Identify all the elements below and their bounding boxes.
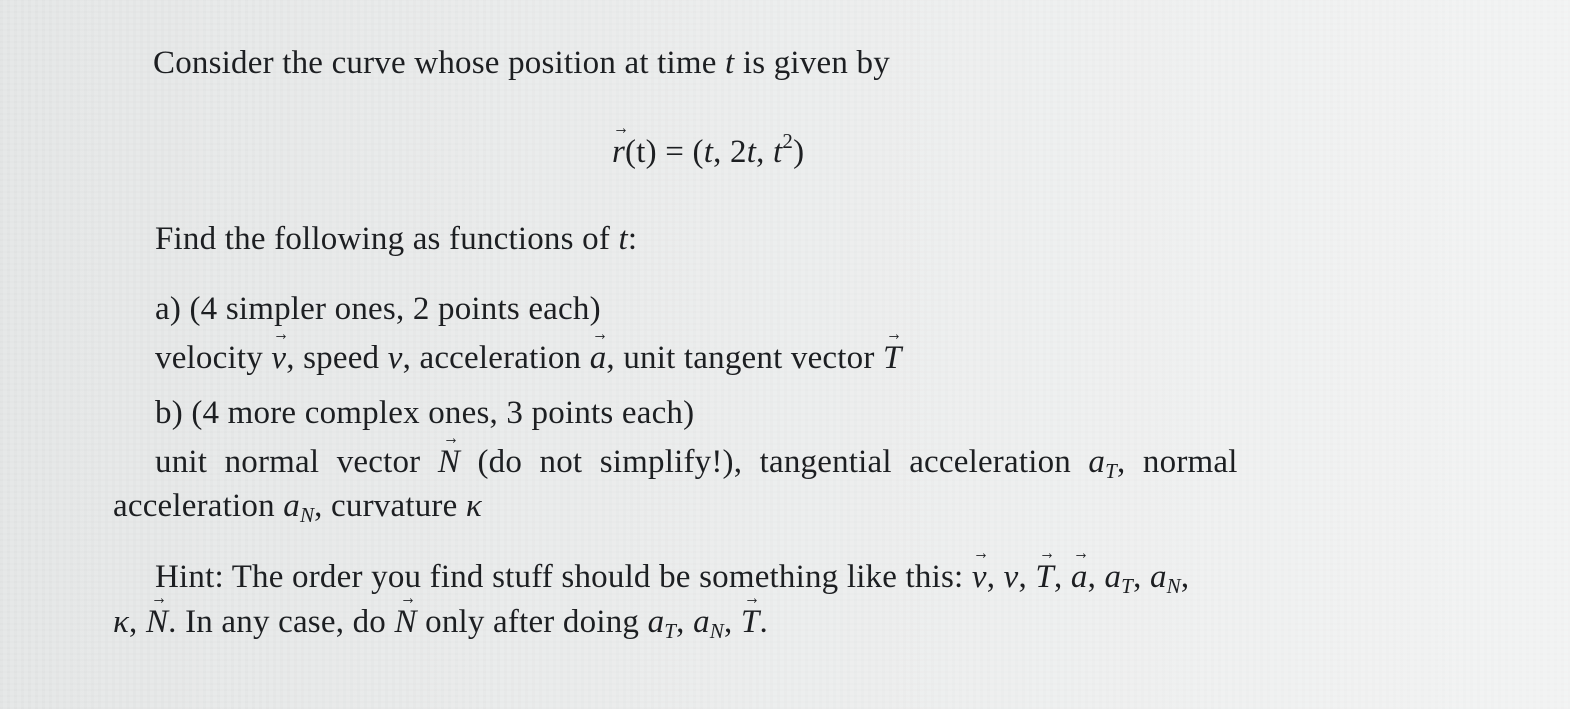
hint-acceleration-symbol: a — [1071, 557, 1088, 597]
acceleration-label: , acceleration — [402, 340, 590, 376]
hint-tangent-symbol-2: T — [741, 602, 760, 642]
hint-period: . — [759, 604, 768, 640]
part-a-items: velocity v, speed v, acceleration a, uni… — [155, 338, 902, 378]
hint-text3: only after doing — [416, 604, 648, 640]
hint-normal-accel-subscript: N — [1166, 574, 1181, 598]
hint-normal-symbol: N — [146, 602, 168, 642]
hint-sep: , — [723, 604, 741, 640]
normal-accel-symbol: a — [283, 488, 300, 524]
paren-open: ( — [692, 134, 704, 170]
hint-sep: , — [1018, 559, 1036, 595]
hint-tangential-symbol-2: a — [647, 604, 665, 640]
speed-label: , speed — [286, 340, 388, 376]
part-b-items-line2: acceleration aN, curvature κ — [113, 486, 482, 526]
normal-accel-label-cont: acceleration — [113, 488, 284, 524]
tangential-accel-symbol: a — [1088, 444, 1106, 480]
component-sep: , — [756, 134, 773, 170]
intro-text-end: is given by — [734, 45, 890, 81]
hint-normal-accel-symbol: a — [1149, 559, 1167, 595]
hint-normal-accel-symbol-2: a — [693, 604, 710, 640]
unit-normal-symbol: N — [438, 442, 460, 482]
hint-text2: . In any case, do — [168, 604, 395, 640]
component-sep: , 2 — [713, 134, 747, 170]
component-z: t — [772, 134, 783, 170]
exponent: 2 — [782, 129, 794, 153]
hint-tangent-symbol: T — [1035, 557, 1054, 597]
hint-sep: , — [986, 559, 1004, 595]
velocity-symbol: v — [271, 338, 286, 378]
unit-tangent-label: , unit tangent vector — [606, 340, 883, 376]
tangential-subscript: T — [1105, 459, 1118, 483]
hint-velocity-symbol: v — [972, 557, 987, 597]
hint-tangential-subscript-2: T — [664, 619, 677, 643]
paren-close: ) — [793, 134, 805, 170]
instruction-text: Find the following as functions of — [155, 221, 619, 257]
time-variable: t — [618, 221, 628, 257]
part-b-items-line1: unit normal vector N (do not simplify!),… — [155, 442, 1238, 482]
hint-speed-symbol: v — [1003, 559, 1019, 595]
part-b-header: b) (4 more complex ones, 3 points each) — [155, 395, 695, 431]
speed-symbol: v — [387, 340, 403, 376]
position-equation: r(t) = (t, 2t, t2) — [612, 129, 805, 172]
component-x: t — [703, 134, 714, 170]
problem-intro: Consider the curve whose position at tim… — [153, 43, 890, 83]
hint-curvature-symbol: κ — [113, 604, 130, 640]
hint-text: Hint: The order you find stuff should be… — [155, 559, 972, 595]
intro-text: Consider the curve whose position at tim… — [153, 45, 726, 81]
equals-sign: = — [656, 134, 693, 170]
normal-note: (do not simplify!), tangential accelerat… — [460, 444, 1089, 480]
hint-normal-accel-subscript-2: N — [709, 619, 724, 643]
curvature-symbol: κ — [465, 488, 482, 524]
hint-sep: , — [1180, 559, 1190, 595]
normal-accel-label: , normal — [1117, 444, 1238, 480]
normal-accel-subscript: N — [299, 503, 315, 527]
unit-tangent-symbol: T — [883, 338, 902, 378]
hint-tangential-subscript: T — [1121, 574, 1134, 598]
component-y: t — [746, 134, 757, 170]
position-vector-symbol: r — [612, 132, 625, 172]
part-a-header: a) (4 simpler ones, 2 points each) — [155, 291, 601, 327]
hint-sep: , — [129, 604, 146, 640]
instruction-colon: : — [627, 221, 638, 257]
hint-sep: , — [1133, 559, 1150, 595]
hint-sep: , — [676, 604, 694, 640]
hint-line2: κ, N. In any case, do N only after doing… — [113, 602, 768, 642]
curvature-label: , curvature — [314, 488, 466, 524]
velocity-label: velocity — [155, 340, 272, 376]
hint-tangential-symbol: a — [1104, 559, 1122, 595]
hint-sep: , — [1053, 559, 1071, 595]
hint-line1: Hint: The order you find stuff should be… — [155, 557, 1189, 597]
hint-sep: , — [1087, 559, 1105, 595]
hint-normal-symbol-2: N — [394, 602, 416, 642]
instruction: Find the following as functions of t: — [155, 219, 637, 259]
equation-argument: (t) — [625, 134, 657, 170]
unit-normal-label: unit normal vector — [155, 444, 438, 480]
acceleration-symbol: a — [590, 338, 607, 378]
